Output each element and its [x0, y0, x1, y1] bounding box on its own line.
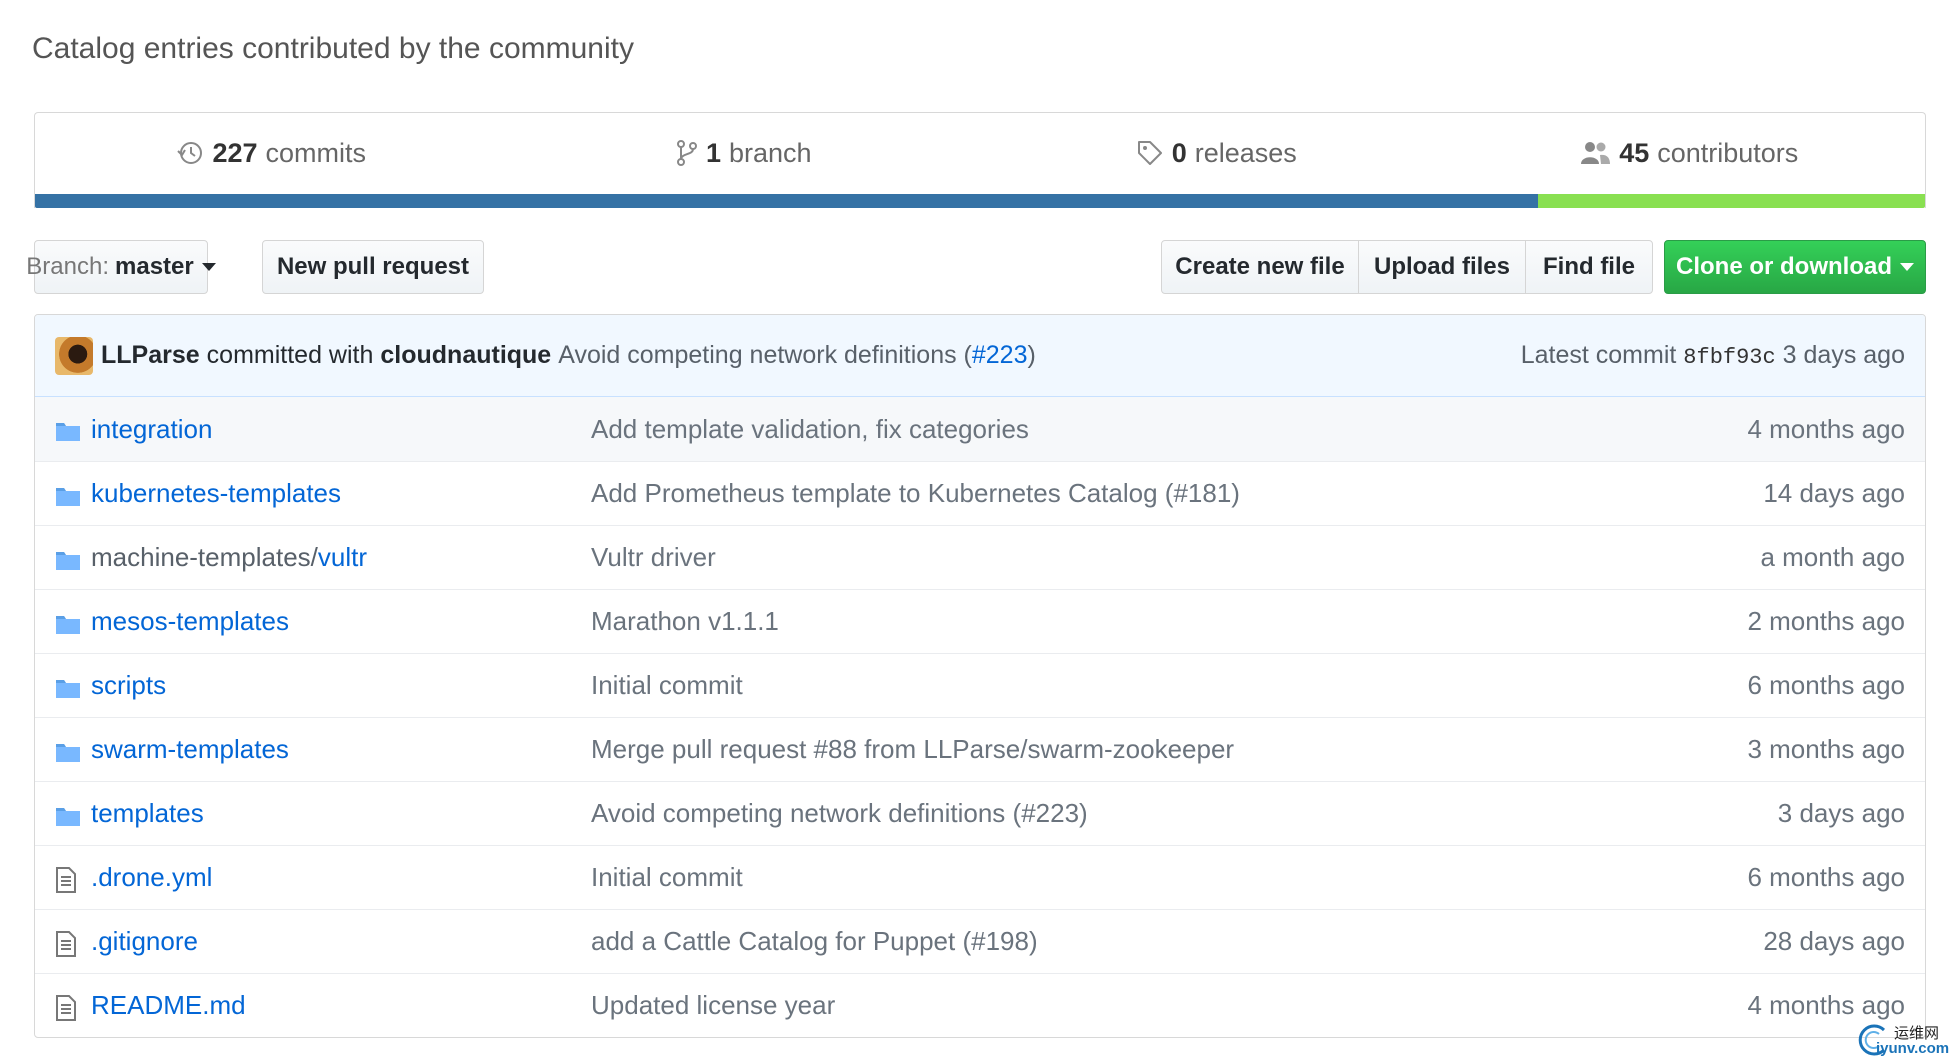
committed-with-text: committed with [206, 341, 374, 369]
file-icon [55, 931, 77, 964]
folder-icon [55, 675, 81, 706]
commit-message[interactable]: Avoid competing network definitions (#22… [558, 341, 1036, 370]
file-commit-age: 6 months ago [1747, 670, 1905, 700]
file-commit-age: 28 days ago [1763, 926, 1905, 956]
latest-commit-bar: LLParse committed with cloudnautique Avo… [35, 315, 1925, 397]
repo-description: Catalog entries contributed by the commu… [32, 32, 634, 65]
latest-commit-label: Latest commit [1520, 341, 1677, 369]
releases-link[interactable]: 0 releases [980, 138, 1453, 169]
site-watermark: 运维网 iyunv.com [1854, 1020, 1949, 1060]
file-commit-age: 2 months ago [1747, 606, 1905, 636]
file-icon [55, 867, 77, 900]
folder-icon [55, 418, 81, 449]
create-new-file-button[interactable]: Create new file [1161, 240, 1359, 294]
commit-age: 3 days ago [1782, 341, 1905, 369]
file-commit-message[interactable]: Updated license year [591, 990, 835, 1021]
tag-icon [1137, 141, 1162, 165]
new-pull-request-button[interactable]: New pull request [262, 240, 484, 294]
commit-committer[interactable]: cloudnautique [380, 341, 551, 370]
branches-label: branch [728, 137, 812, 168]
file-commit-message[interactable]: Add Prometheus template to Kubernetes Ca… [591, 478, 1240, 509]
caret-down-icon [201, 263, 216, 271]
folder-icon [55, 803, 81, 834]
file-rows: integration Add template validation, fix … [35, 397, 1925, 1037]
contributors-label: contributors [1657, 137, 1799, 168]
people-icon [1581, 142, 1611, 164]
file-row: swarm-templates Merge pull request #88 fr… [35, 717, 1925, 781]
upload-files-button[interactable]: Upload files [1358, 240, 1526, 294]
file-commit-message[interactable]: Initial commit [591, 862, 743, 893]
file-row: kubernetes-templates Add Prometheus templ… [35, 461, 1925, 525]
watermark-bottom-text: iyunv.com [1876, 1040, 1950, 1057]
file-navigation: Branch: master New pull request Create n… [26, 240, 1926, 294]
file-row: machine-templates/vultr Vultr driver a mon… [35, 525, 1925, 589]
file-list: LLParse committed with cloudnautique Avo… [34, 314, 1926, 1038]
file-name-link[interactable]: machine-templates/vultr [91, 542, 367, 573]
file-name-link[interactable]: .drone.yml [91, 862, 212, 893]
find-file-button[interactable]: Find file [1525, 240, 1653, 294]
commit-pr-link[interactable]: #223 [972, 341, 1028, 369]
file-commit-age: 14 days ago [1763, 478, 1905, 508]
releases-count: 0 [1171, 137, 1187, 168]
file-name-link[interactable]: mesos-templates [91, 606, 289, 637]
clone-or-download-label: Clone or download [1676, 253, 1892, 280]
file-commit-age: 4 months ago [1747, 413, 1905, 444]
file-row: integration Add template validation, fix … [35, 397, 1925, 461]
folder-icon [55, 547, 81, 578]
latest-commit-info: Latest commit 8fbf93c 3 days ago [1521, 341, 1905, 370]
folder-icon [55, 611, 81, 642]
branches-link[interactable]: 1 branch [508, 138, 981, 169]
file-actions-group: Create new file Upload files Find file [1161, 240, 1653, 294]
language-segment[interactable] [1537, 194, 1925, 208]
clone-or-download-button[interactable]: Clone or download [1664, 240, 1926, 294]
file-name-link[interactable]: kubernetes-templates [91, 478, 341, 509]
commits-count: 227 [212, 137, 258, 168]
file-commit-message[interactable]: Vultr driver [591, 542, 716, 573]
file-row: scripts Initial commit 6 months ago [35, 653, 1925, 717]
commit-sha[interactable]: 8fbf93c [1683, 345, 1775, 370]
commits-link[interactable]: 227 commits [35, 138, 508, 169]
branch-icon [676, 140, 697, 166]
file-commit-age: 4 months ago [1747, 990, 1905, 1020]
branch-label: Branch: [26, 253, 109, 280]
commit-author[interactable]: LLParse [101, 341, 200, 370]
folder-icon [55, 483, 81, 514]
file-commit-age: a month ago [1760, 542, 1905, 572]
file-name-link[interactable]: scripts [91, 670, 166, 701]
file-row: .drone.yml Initial commit 6 months ago [35, 845, 1925, 909]
file-commit-age: 3 days ago [1777, 798, 1905, 828]
repo-summary: 227 commits 1 branch 0 releases 45 contr… [34, 112, 1926, 208]
language-bar[interactable] [35, 194, 1925, 208]
file-commit-age: 6 months ago [1747, 862, 1905, 892]
file-commit-message[interactable]: Avoid competing network definitions (#22… [591, 798, 1088, 829]
file-name-link[interactable]: swarm-templates [91, 734, 289, 765]
file-row: .gitignore add a Cattle Catalog for Puppe… [35, 909, 1925, 973]
avatar[interactable] [55, 336, 93, 375]
contributors-link[interactable]: 45 contributors [1453, 138, 1926, 169]
file-icon [55, 995, 77, 1028]
file-name-link[interactable]: README.md [91, 990, 246, 1021]
file-row: mesos-templates Marathon v1.1.1 2 months a… [35, 589, 1925, 653]
contributors-count: 45 [1619, 137, 1650, 168]
branch-name: master [115, 253, 194, 280]
file-commit-message[interactable]: add a Cattle Catalog for Puppet (#198) [591, 926, 1038, 957]
releases-label: releases [1194, 137, 1297, 168]
file-name-link[interactable]: integration [91, 414, 212, 445]
caret-down-icon [1900, 263, 1914, 271]
file-name-link[interactable]: .gitignore [91, 926, 198, 957]
file-commit-message[interactable]: Initial commit [591, 670, 743, 701]
file-commit-message[interactable]: Add template validation, fix categories [591, 414, 1029, 445]
branch-select-button[interactable]: Branch: master [26, 240, 216, 294]
file-name-link[interactable]: templates [91, 798, 204, 829]
commits-label: commits [265, 137, 367, 168]
file-row: README.md Updated license year 4 months ag… [35, 973, 1925, 1037]
folder-icon [55, 739, 81, 770]
branches-count: 1 [705, 137, 721, 168]
language-segment[interactable] [35, 194, 1538, 208]
file-commit-message[interactable]: Marathon v1.1.1 [591, 606, 779, 637]
history-icon [177, 142, 203, 164]
file-row: templates Avoid competing network definit… [35, 781, 1925, 845]
file-commit-message[interactable]: Merge pull request #88 from LLParse/swar… [591, 734, 1234, 765]
file-commit-age: 3 months ago [1747, 734, 1905, 764]
